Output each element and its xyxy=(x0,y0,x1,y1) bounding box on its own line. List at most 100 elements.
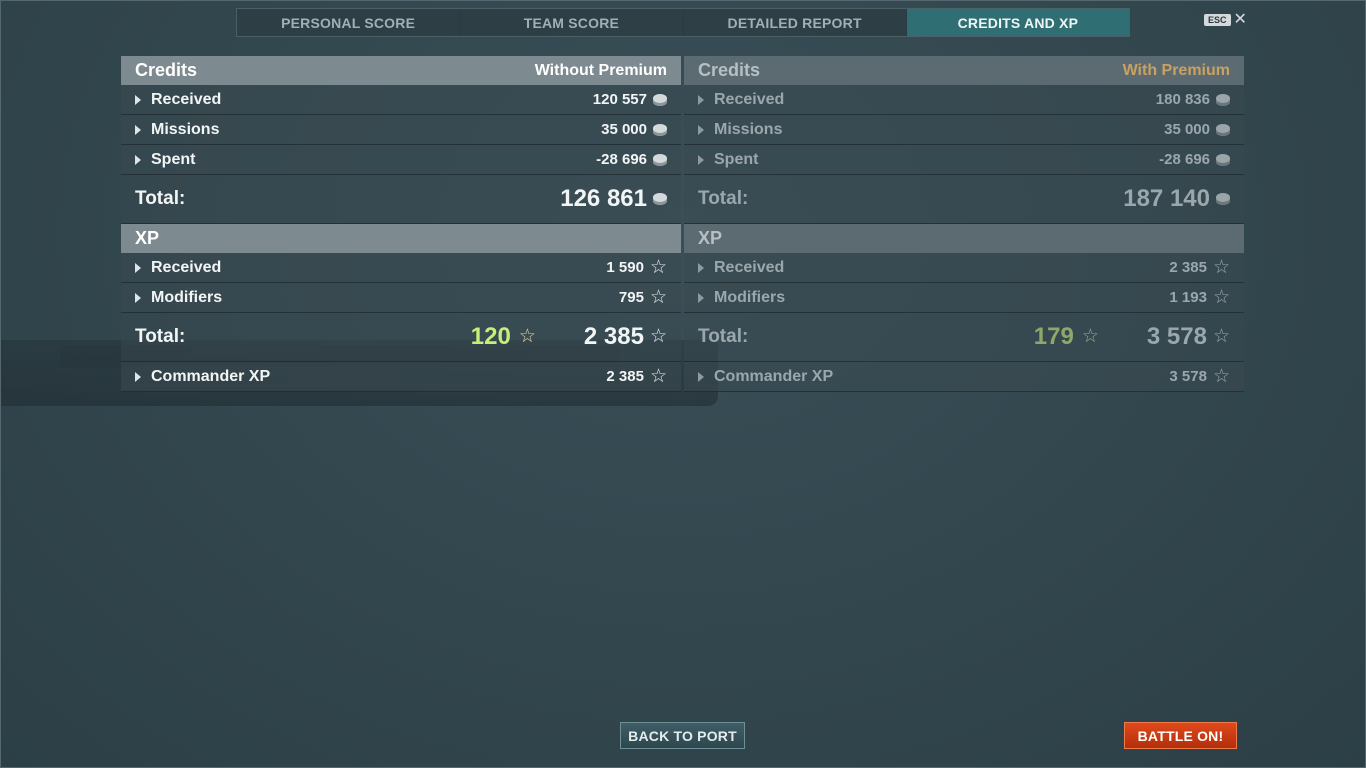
row-value: -28 696 xyxy=(1159,151,1210,168)
xp-modifiers-row[interactable]: Modifiers 795 ☆ xyxy=(121,283,681,313)
row-label: Received xyxy=(714,258,785,276)
free-xp-value: 120 xyxy=(470,323,511,350)
row-label: Received xyxy=(714,90,785,108)
xp-header: XP xyxy=(684,224,1244,253)
credits-coin-icon xyxy=(653,153,667,166)
row-label: Missions xyxy=(151,120,220,138)
expand-arrow-icon[interactable] xyxy=(698,371,704,382)
row-value: 3 578 xyxy=(1169,368,1207,385)
xp-received-row[interactable]: Received 1 590 ☆ xyxy=(121,253,681,283)
expand-arrow-icon[interactable] xyxy=(135,292,141,303)
tab-bar: PERSONAL SCORE TEAM SCORE DETAILED REPOR… xyxy=(236,8,1130,37)
row-label: Modifiers xyxy=(151,288,223,306)
xp-total-row: Total: 179 ☆ 3 578 ☆ xyxy=(684,313,1244,362)
row-label: Missions xyxy=(714,120,783,138)
credits-header: Credits With Premium xyxy=(684,56,1244,85)
expand-arrow-icon[interactable] xyxy=(698,154,704,165)
free-xp-value: 179 xyxy=(1033,323,1074,350)
row-value: 35 000 xyxy=(1164,121,1210,138)
xp-star-icon: ☆ xyxy=(649,256,667,278)
free-xp-star-icon: ☆ xyxy=(1081,326,1099,347)
with-premium-label: With Premium xyxy=(1122,61,1230,79)
credits-received-row[interactable]: Received 180 836 xyxy=(684,85,1244,115)
xp-title: XP xyxy=(698,228,723,248)
credits-total-value: 187 140 xyxy=(1123,185,1210,212)
row-label: Modifiers xyxy=(714,288,786,306)
xp-star-icon: ☆ xyxy=(1212,326,1230,347)
row-value: 1 590 xyxy=(606,259,644,276)
xp-title: XP xyxy=(135,228,160,248)
tab-team-score[interactable]: TEAM SCORE xyxy=(460,9,684,36)
credits-coin-icon xyxy=(653,193,667,205)
credits-coin-icon xyxy=(1216,123,1230,136)
commander-xp-row[interactable]: Commander XP 2 385 ☆ xyxy=(121,362,681,392)
total-label: Total: xyxy=(698,326,749,347)
commander-xp-row[interactable]: Commander XP 3 578 ☆ xyxy=(684,362,1244,392)
row-label: Commander XP xyxy=(151,367,271,385)
credits-coin-icon xyxy=(653,93,667,106)
xp-star-icon: ☆ xyxy=(649,286,667,308)
credits-title: Credits xyxy=(135,60,198,80)
credits-missions-row[interactable]: Missions 35 000 xyxy=(121,115,681,145)
esc-key-badge: ESC xyxy=(1204,14,1231,26)
expand-arrow-icon[interactable] xyxy=(135,262,141,273)
free-xp-bonus: 179 ☆ xyxy=(1034,323,1099,351)
free-xp-star-icon: ☆ xyxy=(518,326,536,347)
xp-total-value: 2 385 xyxy=(583,323,644,350)
total-label: Total: xyxy=(135,326,186,347)
xp-header: XP xyxy=(121,224,681,253)
without-premium-panel: Credits Without Premium Received 120 557… xyxy=(121,56,681,392)
xp-modifiers-row[interactable]: Modifiers 1 193 ☆ xyxy=(684,283,1244,313)
row-label: Commander XP xyxy=(714,367,834,385)
tab-detailed-report[interactable]: DETAILED REPORT xyxy=(684,9,907,36)
xp-star-icon: ☆ xyxy=(649,365,667,387)
free-xp-bonus: 120 ☆ xyxy=(471,323,536,351)
expand-arrow-icon[interactable] xyxy=(698,262,704,273)
credits-title: Credits xyxy=(698,60,761,80)
row-value: 2 385 xyxy=(1169,259,1207,276)
close-icon[interactable]: ✕ xyxy=(1234,12,1247,28)
close-button[interactable]: ESC ✕ xyxy=(1204,12,1247,28)
battle-on-button[interactable]: BATTLE ON! xyxy=(1124,722,1237,749)
row-value: 35 000 xyxy=(601,121,647,138)
without-premium-label: Without Premium xyxy=(534,61,667,79)
total-label: Total: xyxy=(135,188,186,209)
row-label: Received xyxy=(151,90,222,108)
expand-arrow-icon[interactable] xyxy=(698,292,704,303)
expand-arrow-icon[interactable] xyxy=(135,154,141,165)
row-value: 120 557 xyxy=(592,91,647,108)
xp-star-icon: ☆ xyxy=(649,326,667,347)
credits-coin-icon xyxy=(1216,153,1230,166)
credits-total-value: 126 861 xyxy=(560,185,647,212)
expand-arrow-icon[interactable] xyxy=(135,124,141,135)
xp-received-row[interactable]: Received 2 385 ☆ xyxy=(684,253,1244,283)
total-label: Total: xyxy=(698,188,749,209)
back-to-port-button[interactable]: BACK TO PORT xyxy=(620,722,745,749)
credits-spent-row[interactable]: Spent -28 696 xyxy=(121,145,681,175)
credits-received-row[interactable]: Received 120 557 xyxy=(121,85,681,115)
credits-header: Credits Without Premium xyxy=(121,56,681,85)
row-value: 2 385 xyxy=(606,368,644,385)
row-label: Spent xyxy=(151,150,196,168)
credits-coin-icon xyxy=(653,123,667,136)
row-value: 180 836 xyxy=(1155,91,1210,108)
credits-total-row: Total: 187 140 xyxy=(684,175,1244,224)
xp-star-icon: ☆ xyxy=(1212,365,1230,387)
row-value: -28 696 xyxy=(596,151,647,168)
row-label: Spent xyxy=(714,150,759,168)
expand-arrow-icon[interactable] xyxy=(698,94,704,105)
tab-personal-score[interactable]: PERSONAL SCORE xyxy=(237,9,461,36)
credits-spent-row[interactable]: Spent -28 696 xyxy=(684,145,1244,175)
credits-missions-row[interactable]: Missions 35 000 xyxy=(684,115,1244,145)
tab-credits-and-xp[interactable]: CREDITS AND XP xyxy=(906,9,1129,36)
xp-star-icon: ☆ xyxy=(1212,256,1230,278)
row-value: 795 xyxy=(618,289,644,306)
xp-total-row: Total: 120 ☆ 2 385 ☆ xyxy=(121,313,681,362)
row-label: Received xyxy=(151,258,222,276)
xp-total-value: 3 578 xyxy=(1146,323,1207,350)
row-value: 1 193 xyxy=(1169,289,1207,306)
expand-arrow-icon[interactable] xyxy=(135,371,141,382)
credits-coin-icon xyxy=(1216,193,1230,205)
expand-arrow-icon[interactable] xyxy=(698,124,704,135)
expand-arrow-icon[interactable] xyxy=(135,94,141,105)
